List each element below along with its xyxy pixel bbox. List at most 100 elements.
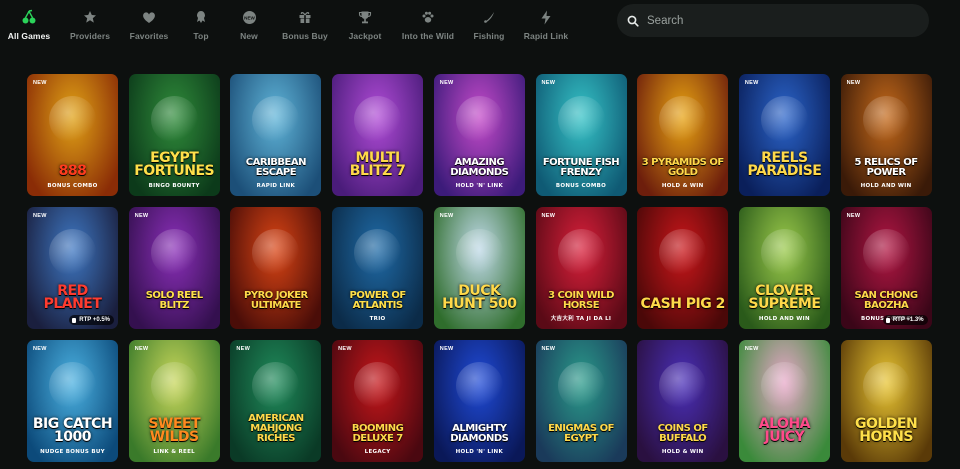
rtp-value: RTP +1.3% [892,317,924,323]
game-artwork [354,362,402,409]
nav-item-label: Fishing [473,31,505,41]
game-title: Golden Horns [854,416,918,445]
game-tile[interactable]: Power of Atlantis Trio [332,207,424,329]
lightning-icon [537,8,555,26]
new-badge: NEW [846,213,861,219]
game-title: Egypt Fortunes [134,150,215,179]
game-tile[interactable]: NEW Duck Hunt 500 [433,207,525,329]
game-tile[interactable]: NEW Almighty Diamonds Hold 'n' Link [433,340,525,462]
game-artwork [354,96,402,143]
game-tile[interactable]: Clover Supreme Hold and Win [738,207,830,329]
game-artwork [455,229,503,276]
game-title: Sweet Wilds [148,416,201,445]
game-title: Caribbean Escape [245,157,307,178]
game-artwork [354,229,402,276]
game-subtitle: 大吉大利 Ta Ji Da Li [550,316,612,322]
game-title: Almighty Diamonds [450,423,509,444]
fishing-icon [480,8,498,26]
game-tile[interactable]: NEW American Mahjong Riches [230,340,322,462]
heart-icon [140,8,158,26]
search-bar[interactable] [617,4,929,37]
paw-icon [419,8,437,26]
game-subtitle: Hold & Win [661,183,704,189]
game-tile[interactable]: NEW Booming Deluxe 7 Legacy [332,340,424,462]
game-tile[interactable]: NEW Fortune Fish Frenzy Bonus Combo [535,74,627,196]
game-title: Reels Paradise [747,150,822,179]
rtp-badge: RTP +0.5% [69,315,114,325]
game-tile[interactable]: NEW 3 Coin Wild Horse 大吉大利 Ta Ji Da Li [535,207,627,329]
nav-fade-overlay [575,0,615,50]
game-tile[interactable]: NEW Red Planet RTP +0.5% [27,207,118,329]
rtp-value: RTP +0.5% [79,317,110,323]
search-icon [627,15,639,27]
lock-icon [72,317,77,323]
game-tile[interactable]: Golden Horns [840,340,932,462]
nav-item-label: Rapid Link [523,31,569,41]
new-badge: NEW [846,80,861,86]
nav-item-label: Into the Wild [401,31,455,41]
game-tile[interactable]: NEW Big Catch 1000 Nudge Bonus Buy [27,340,118,462]
game-artwork [557,362,605,409]
new-badge: NEW [33,80,47,86]
game-subtitle: Hold & Win [661,449,704,455]
game-title: Fortune Fish Frenzy [542,157,620,178]
game-artwork [455,96,503,143]
game-subtitle: Hold 'n' Link [455,183,504,189]
game-subtitle: Trio [369,316,386,322]
game-tile[interactable]: Multi Blitz 7 [332,74,424,196]
game-title: Clover Supreme [748,283,821,312]
new-badge: NEW [744,346,759,352]
game-tile[interactable]: Pyro Joker Ultimate [230,207,322,329]
new-badge: NEW [541,80,556,86]
game-artwork [760,96,808,143]
star-icon [81,8,99,26]
gift-icon [296,8,314,26]
game-subtitle: Link & Reel [153,449,195,455]
lock-icon [885,317,890,323]
game-artwork [862,362,910,409]
game-artwork [150,362,198,409]
game-title: Coins of Buffalo [657,423,708,444]
game-subtitle: Nudge Bonus Buy [40,449,105,455]
game-title: Enigmas of Egypt [548,423,614,444]
game-title: Pyro Joker Ultimate [244,290,308,311]
game-tile[interactable]: Caribbean Escape Rapid Link [230,74,322,196]
search-input[interactable] [647,14,907,27]
game-title: Cash Pig 2 [640,296,726,312]
top-icon [192,8,210,26]
game-artwork [760,229,808,276]
game-artwork [760,362,808,409]
game-subtitle: Hold 'n' Link [455,449,504,455]
nav-item-label: Bonus Buy [282,31,328,41]
game-tile[interactable]: NEW Sweet Wilds Link & Reel [128,340,220,462]
game-tile[interactable]: NEW Enigmas of Egypt [535,340,627,462]
game-tile[interactable]: NEW 5 Relics of Power Hold and Win [840,74,932,196]
game-title: 5 Relics of Power [854,157,919,178]
game-tile[interactable]: NEW Aloha Juicy [738,340,830,462]
game-artwork [150,96,198,143]
game-tile[interactable]: Coins of Buffalo Hold & Win [637,340,729,462]
nav-item-label: New [240,31,258,41]
nav-item-label: Favorites [129,31,169,41]
game-artwork [49,96,96,143]
new-badge: NEW [134,346,149,352]
game-tile[interactable]: NEW 888 Bonus Combo [27,74,118,196]
game-artwork [659,362,707,409]
game-tile[interactable]: Egypt Fortunes Bingo Bounty [128,74,220,196]
game-artwork [252,362,300,409]
game-title: American Mahjong Riches [248,413,304,444]
new-icon: NEW [240,8,258,26]
game-tile[interactable]: Cash Pig 2 [637,207,729,329]
game-title: Multi Blitz 7 [349,150,406,179]
new-badge: NEW [541,213,556,219]
game-title: 3 Pyramids of Gold [641,157,724,178]
game-tile[interactable]: NEW Reels Paradise [738,74,830,196]
new-badge: NEW [439,213,454,219]
game-title: 3 Coin Wild Horse [548,290,614,311]
game-tile[interactable]: NEWSan Chong BaozhaBonus ComboRTP +1.3% [840,207,932,329]
game-artwork [49,362,96,409]
game-tile[interactable]: NEW Amazing Diamonds Hold 'n' Link [433,74,525,196]
game-artwork [455,362,503,409]
game-tile[interactable]: NEW Solo Reel Blitz [128,207,220,329]
game-tile[interactable]: 3 Pyramids of Gold Hold & Win [637,74,729,196]
